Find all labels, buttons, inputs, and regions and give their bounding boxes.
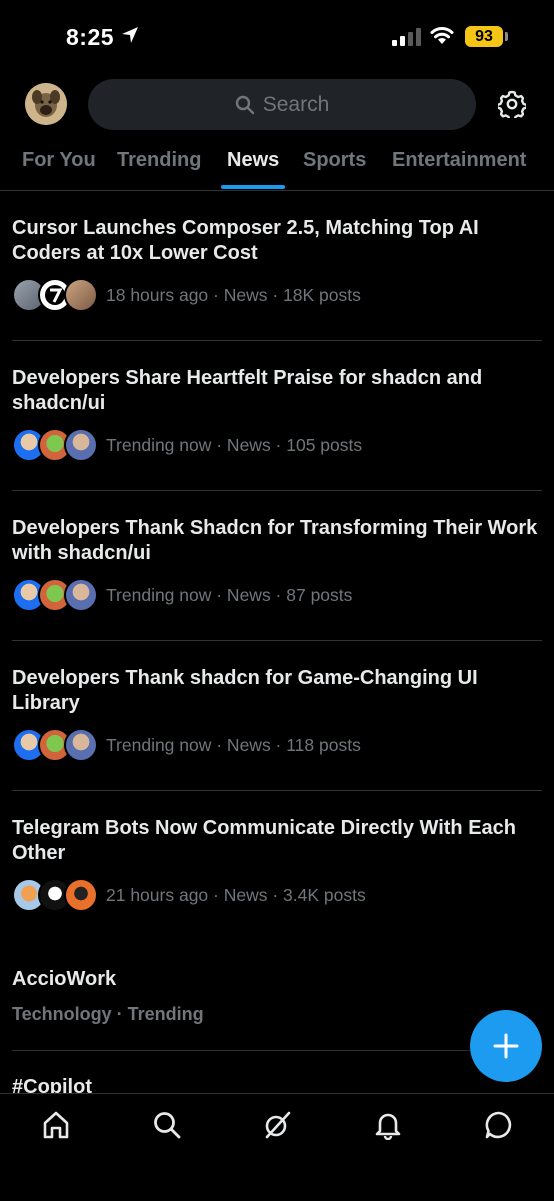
dog-avatar-image: [25, 83, 67, 125]
avatar: [64, 428, 98, 462]
divider: [12, 790, 542, 791]
divider: [12, 640, 542, 641]
news-meta-text: Trending now · News · 105 posts: [106, 434, 363, 455]
search-icon[interactable]: [152, 1110, 182, 1140]
battery-tip: [505, 32, 508, 41]
news-item[interactable]: Telegram Bots Now Communicate Directly W…: [0, 816, 554, 941]
news-item[interactable]: Developers Thank shadcn for Game-Changin…: [0, 666, 554, 791]
active-tab-indicator: [221, 185, 285, 189]
news-meta-text: 18 hours ago · News · 18K posts: [106, 284, 361, 305]
news-meta: 21 hours ago · News · 3.4K posts: [12, 878, 366, 912]
news-item[interactable]: Developers Share Heartfelt Praise for sh…: [0, 366, 554, 491]
tab-sports[interactable]: Sports: [303, 149, 366, 172]
tab-entertainment[interactable]: Entertainment: [392, 149, 526, 172]
news-title: Telegram Bots Now Communicate Directly W…: [12, 817, 516, 864]
avatar: [64, 878, 98, 912]
tab-news[interactable]: News: [227, 149, 279, 172]
divider: [12, 490, 542, 491]
news-meta-text: 21 hours ago · News · 3.4K posts: [106, 884, 366, 905]
grok-icon[interactable]: [262, 1110, 292, 1140]
status-bar: 8:25 93: [0, 0, 554, 72]
trend-subtitle: Technology · Trending: [12, 1004, 204, 1024]
tab-trending[interactable]: Trending: [117, 149, 201, 172]
news-title: Developers Share Heartfelt Praise for sh…: [12, 367, 483, 414]
search-placeholder: Search: [262, 92, 330, 116]
avatar-stack: [12, 728, 98, 762]
avatar: [64, 728, 98, 762]
divider: [12, 340, 542, 341]
plus-icon: [493, 1033, 519, 1059]
compose-button[interactable]: [470, 1010, 542, 1082]
news-meta-text: Trending now · News · 87 posts: [106, 584, 353, 605]
search-icon: [235, 95, 254, 114]
avatar-stack: [12, 428, 98, 462]
cellular-signal-icon: [392, 28, 421, 46]
news-meta-text: Trending now · News · 118 posts: [106, 734, 361, 755]
news-title: Developers Thank shadcn for Game-Changin…: [12, 667, 478, 714]
avatar-stack: [12, 578, 98, 612]
tab-for-you[interactable]: For You: [22, 149, 96, 172]
news-meta: Trending now · News · 118 posts: [12, 728, 361, 762]
news-meta: Trending now · News · 105 posts: [12, 428, 362, 462]
avatar-stack: [12, 878, 98, 912]
gear-icon[interactable]: [498, 90, 526, 118]
news-meta: 18 hours ago · News · 18K posts: [12, 278, 361, 312]
avatar-stack: [12, 278, 98, 312]
news-title: Cursor Launches Composer 2.5, Matching T…: [12, 217, 479, 264]
news-item[interactable]: Developers Thank Shadcn for Transforming…: [0, 516, 554, 641]
bell-icon[interactable]: [374, 1110, 402, 1140]
news-meta: Trending now · News · 87 posts: [12, 578, 352, 612]
battery-indicator: 93: [465, 26, 503, 47]
bottom-nav: [0, 1093, 554, 1201]
trend-name: #Copilot: [12, 1076, 92, 1094]
profile-avatar[interactable]: [25, 83, 67, 125]
search-bar[interactable]: Search: [88, 79, 476, 130]
avatar: [64, 278, 98, 312]
divider: [12, 1050, 542, 1051]
avatar: [64, 578, 98, 612]
location-arrow-icon: [122, 27, 138, 43]
news-item[interactable]: Cursor Launches Composer 2.5, Matching T…: [0, 216, 554, 341]
trend-item[interactable]: #Copilot: [0, 1074, 554, 1094]
news-title: Developers Thank Shadcn for Transforming…: [12, 517, 538, 564]
tab-bar: For You Trending News Sports Entertainme…: [0, 136, 554, 191]
trend-name: AccioWork: [12, 968, 117, 990]
wifi-icon: [430, 27, 454, 44]
home-icon[interactable]: [42, 1110, 70, 1140]
status-time: 8:25: [66, 24, 115, 50]
message-icon[interactable]: [484, 1110, 514, 1140]
